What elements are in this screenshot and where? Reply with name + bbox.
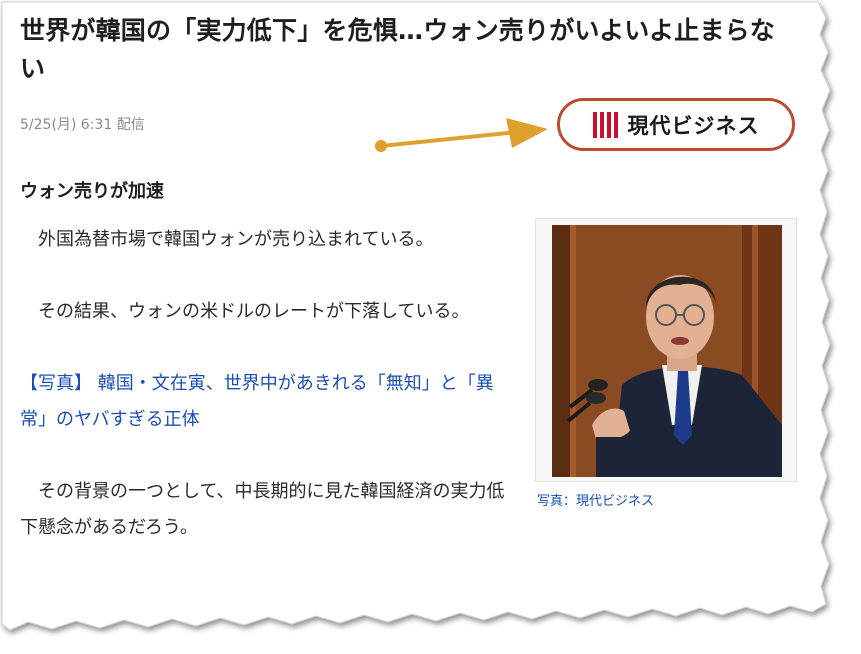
article-photo[interactable] xyxy=(552,225,782,477)
related-photo-link[interactable]: 【写真】 韓国・文在寅、世界中があきれる「無知」と「異常」のヤバすぎる正体 xyxy=(20,373,494,430)
paragraph-1: 外国為替市場で韓国ウォンが売り込まれている。 xyxy=(38,229,434,250)
screenshot-page: 世界が韓国の「実力低下」を危惧…ウォン売りがいよいよ止まらない 5/25(月) … xyxy=(0,0,861,654)
paragraph-2: その結果、ウォンの米ドルのレートが下落している。 xyxy=(38,301,470,322)
publisher-logo[interactable]: 現代ビジネス xyxy=(557,98,795,151)
logo-bars-icon xyxy=(592,111,618,138)
publish-date: 5/25(月) 6:31 配信 xyxy=(20,117,145,133)
article-content: 世界が韓国の「実力低下」を危惧…ウォン売りがいよいよ止まらない 5/25(月) … xyxy=(20,12,800,538)
paragraph-3: その背景の一つとして、中長期的に見た韓国経済の実力低下懸念があるだろう。 xyxy=(20,481,505,538)
article-photo-frame[interactable] xyxy=(535,218,797,482)
publisher-name: 現代ビジネス xyxy=(627,112,760,138)
article-body: 外国為替市場で韓国ウォンが売り込まれている。 その結果、ウォンの米ドルのレートが… xyxy=(20,222,510,582)
photo-caption[interactable]: 写真：現代ビジネス xyxy=(537,490,654,509)
article-subheading: ウォン売りが加速 xyxy=(20,181,164,202)
article-headline[interactable]: 世界が韓国の「実力低下」を危惧…ウォン売りがいよいよ止まらない xyxy=(20,12,800,88)
